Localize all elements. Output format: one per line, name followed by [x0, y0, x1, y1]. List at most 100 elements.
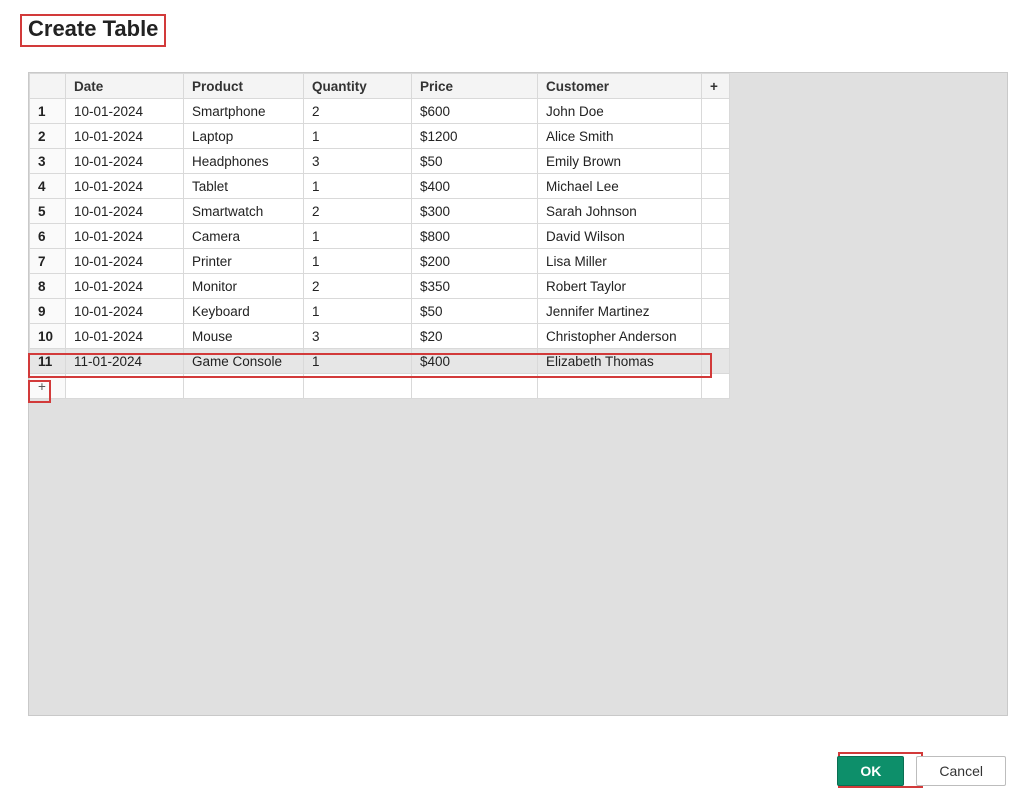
- row-trailing-cell: [702, 124, 730, 149]
- cell-quantity[interactable]: 2: [304, 199, 412, 224]
- empty-cell[interactable]: [702, 374, 730, 399]
- cell-price[interactable]: $600: [412, 99, 538, 124]
- cell-price[interactable]: $200: [412, 249, 538, 274]
- cell-customer[interactable]: Alice Smith: [538, 124, 702, 149]
- cell-product[interactable]: Smartphone: [184, 99, 304, 124]
- cell-date[interactable]: 10-01-2024: [66, 249, 184, 274]
- header-date[interactable]: Date: [66, 74, 184, 99]
- cell-customer[interactable]: Jennifer Martinez: [538, 299, 702, 324]
- row-index[interactable]: 1: [30, 99, 66, 124]
- row-index[interactable]: 5: [30, 199, 66, 224]
- cell-date[interactable]: 10-01-2024: [66, 199, 184, 224]
- row-index[interactable]: 4: [30, 174, 66, 199]
- cell-price[interactable]: $50: [412, 299, 538, 324]
- cell-price[interactable]: $1200: [412, 124, 538, 149]
- cell-quantity[interactable]: 1: [304, 299, 412, 324]
- cell-product[interactable]: Keyboard: [184, 299, 304, 324]
- cell-customer[interactable]: Lisa Miller: [538, 249, 702, 274]
- row-index[interactable]: 2: [30, 124, 66, 149]
- cell-customer[interactable]: Sarah Johnson: [538, 199, 702, 224]
- table-row[interactable]: 1010-01-2024Mouse3$20Christopher Anderso…: [30, 324, 730, 349]
- cell-date[interactable]: 11-01-2024: [66, 349, 184, 374]
- row-index[interactable]: 7: [30, 249, 66, 274]
- cell-product[interactable]: Printer: [184, 249, 304, 274]
- cell-date[interactable]: 10-01-2024: [66, 299, 184, 324]
- cell-price[interactable]: $300: [412, 199, 538, 224]
- cell-quantity[interactable]: 1: [304, 174, 412, 199]
- table-row[interactable]: 610-01-2024Camera1$800David Wilson: [30, 224, 730, 249]
- row-trailing-cell: [702, 99, 730, 124]
- header-corner: [30, 74, 66, 99]
- cell-quantity[interactable]: 2: [304, 274, 412, 299]
- table-row[interactable]: 710-01-2024Printer1$200Lisa Miller: [30, 249, 730, 274]
- cell-customer[interactable]: Christopher Anderson: [538, 324, 702, 349]
- cell-product[interactable]: Camera: [184, 224, 304, 249]
- cell-customer[interactable]: Robert Taylor: [538, 274, 702, 299]
- cancel-button[interactable]: Cancel: [916, 756, 1006, 786]
- row-index[interactable]: 8: [30, 274, 66, 299]
- table-row[interactable]: 110-01-2024Smartphone2$600John Doe: [30, 99, 730, 124]
- cell-quantity[interactable]: 3: [304, 324, 412, 349]
- row-trailing-cell: [702, 149, 730, 174]
- data-table: Date Product Quantity Price Customer + 1…: [29, 73, 730, 399]
- table-row[interactable]: 510-01-2024Smartwatch2$300Sarah Johnson: [30, 199, 730, 224]
- cell-price[interactable]: $20: [412, 324, 538, 349]
- cell-product[interactable]: Monitor: [184, 274, 304, 299]
- cell-quantity[interactable]: 3: [304, 149, 412, 174]
- empty-cell[interactable]: [304, 374, 412, 399]
- cell-product[interactable]: Mouse: [184, 324, 304, 349]
- header-quantity[interactable]: Quantity: [304, 74, 412, 99]
- cell-product[interactable]: Smartwatch: [184, 199, 304, 224]
- dialog-title-highlight: Create Table: [20, 14, 166, 47]
- empty-cell[interactable]: [66, 374, 184, 399]
- cell-quantity[interactable]: 1: [304, 349, 412, 374]
- cell-date[interactable]: 10-01-2024: [66, 174, 184, 199]
- empty-cell[interactable]: [184, 374, 304, 399]
- cell-product[interactable]: Headphones: [184, 149, 304, 174]
- cell-quantity[interactable]: 1: [304, 249, 412, 274]
- row-index[interactable]: 10: [30, 324, 66, 349]
- cell-date[interactable]: 10-01-2024: [66, 149, 184, 174]
- cell-date[interactable]: 10-01-2024: [66, 274, 184, 299]
- table-row[interactable]: 810-01-2024Monitor2$350Robert Taylor: [30, 274, 730, 299]
- header-customer[interactable]: Customer: [538, 74, 702, 99]
- cell-customer[interactable]: John Doe: [538, 99, 702, 124]
- row-index[interactable]: 11: [30, 349, 66, 374]
- cell-customer[interactable]: Elizabeth Thomas: [538, 349, 702, 374]
- table-row[interactable]: 310-01-2024Headphones3$50Emily Brown: [30, 149, 730, 174]
- cell-price[interactable]: $800: [412, 224, 538, 249]
- add-row[interactable]: +: [30, 374, 730, 399]
- cell-customer[interactable]: Michael Lee: [538, 174, 702, 199]
- header-price[interactable]: Price: [412, 74, 538, 99]
- cell-product[interactable]: Game Console: [184, 349, 304, 374]
- table-row[interactable]: 410-01-2024Tablet1$400Michael Lee: [30, 174, 730, 199]
- add-row-button[interactable]: +: [30, 374, 66, 399]
- cell-date[interactable]: 10-01-2024: [66, 99, 184, 124]
- table-row[interactable]: 210-01-2024Laptop1$1200Alice Smith: [30, 124, 730, 149]
- header-product[interactable]: Product: [184, 74, 304, 99]
- cell-product[interactable]: Tablet: [184, 174, 304, 199]
- cell-quantity[interactable]: 2: [304, 99, 412, 124]
- cell-date[interactable]: 10-01-2024: [66, 124, 184, 149]
- cell-price[interactable]: $50: [412, 149, 538, 174]
- table-row[interactable]: 910-01-2024Keyboard1$50Jennifer Martinez: [30, 299, 730, 324]
- cell-price[interactable]: $400: [412, 174, 538, 199]
- table-row[interactable]: 1111-01-2024Game Console1$400Elizabeth T…: [30, 349, 730, 374]
- empty-cell[interactable]: [538, 374, 702, 399]
- row-index[interactable]: 9: [30, 299, 66, 324]
- ok-button[interactable]: OK: [837, 756, 904, 786]
- cell-price[interactable]: $350: [412, 274, 538, 299]
- cell-quantity[interactable]: 1: [304, 124, 412, 149]
- row-trailing-cell: [702, 174, 730, 199]
- cell-customer[interactable]: David Wilson: [538, 224, 702, 249]
- empty-cell[interactable]: [412, 374, 538, 399]
- row-index[interactable]: 6: [30, 224, 66, 249]
- cell-date[interactable]: 10-01-2024: [66, 224, 184, 249]
- cell-quantity[interactable]: 1: [304, 224, 412, 249]
- cell-customer[interactable]: Emily Brown: [538, 149, 702, 174]
- add-column-button[interactable]: +: [702, 74, 730, 99]
- cell-date[interactable]: 10-01-2024: [66, 324, 184, 349]
- row-index[interactable]: 3: [30, 149, 66, 174]
- cell-product[interactable]: Laptop: [184, 124, 304, 149]
- cell-price[interactable]: $400: [412, 349, 538, 374]
